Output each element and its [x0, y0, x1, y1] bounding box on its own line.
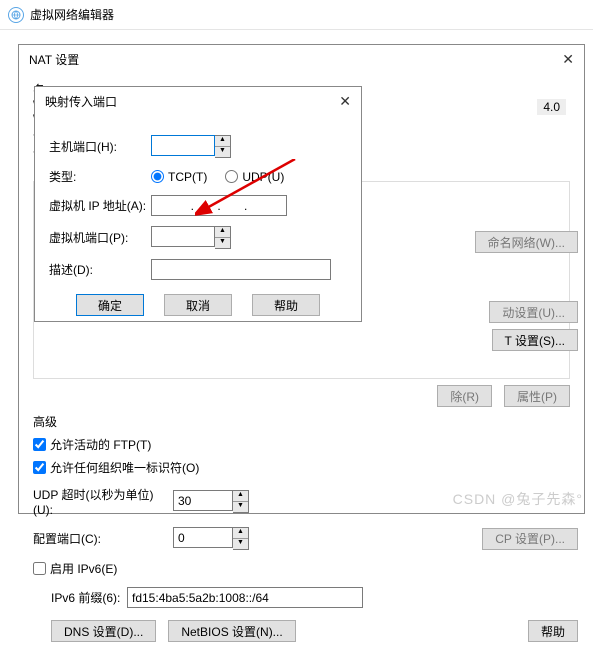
ok-button[interactable]: 确定 — [76, 294, 144, 316]
udp-radio[interactable] — [225, 170, 238, 183]
allow-org-label: 允许任何组织唯一标识符(O) — [50, 459, 199, 476]
nat-window-titlebar: NAT 设置 ✕ — [19, 45, 584, 73]
desc-label: 描述(D): — [49, 261, 151, 278]
vm-ip-label: 虚拟机 IP 地址(A): — [49, 197, 151, 214]
map-port-dialog: 映射传入端口 ✕ 主机端口(H): ▲▼ 类型: TCP(T) UDP(U) 虚… — [34, 86, 362, 322]
udp-timeout-spinner[interactable]: ▲▼ — [233, 490, 249, 513]
ipv6-prefix-label: IPv6 前缀(6): — [51, 589, 127, 606]
help-button[interactable]: 帮助 — [252, 294, 320, 316]
app-titlebar: 虚拟网络编辑器 — [0, 0, 593, 30]
udp-label: UDP(U) — [242, 170, 284, 184]
allow-ftp-checkbox[interactable] — [33, 438, 46, 451]
nat-window-title: NAT 设置 — [29, 51, 79, 68]
cancel-button[interactable]: 取消 — [164, 294, 232, 316]
host-port-input[interactable] — [151, 135, 215, 156]
ipv6-prefix-input[interactable] — [127, 587, 363, 608]
enable-ipv6-label: 启用 IPv6(E) — [50, 560, 117, 577]
allow-org-checkbox[interactable] — [33, 461, 46, 474]
advanced-label: 高级 — [33, 413, 570, 430]
globe-icon — [8, 7, 24, 23]
map-dialog-titlebar: 映射传入端口 ✕ — [35, 87, 361, 115]
dhcp-settings-button[interactable]: CP 设置(P)... — [482, 528, 578, 550]
config-port-label: 配置端口(C): — [33, 530, 173, 547]
host-port-label: 主机端口(H): — [49, 138, 151, 155]
netbios-settings-button[interactable]: NetBIOS 设置(N)... — [168, 620, 295, 642]
vm-port-spinner[interactable]: ▲▼ — [215, 226, 231, 249]
close-icon[interactable]: ✕ — [339, 93, 351, 110]
subnet-ip-fragment: 4.0 — [537, 99, 566, 115]
config-port-input[interactable] — [173, 527, 233, 548]
vm-port-label: 虚拟机端口(P): — [49, 229, 151, 246]
vm-port-input[interactable] — [151, 226, 215, 247]
desc-input[interactable] — [151, 259, 331, 280]
udp-timeout-label: UDP 超时(以秒为单位)(U): — [33, 486, 173, 517]
remove-button: 除(R) — [437, 385, 492, 407]
config-port-spinner[interactable]: ▲▼ — [233, 527, 249, 550]
map-dialog-title: 映射传入端口 — [45, 93, 117, 110]
help-button[interactable]: 帮助 — [528, 620, 578, 642]
enable-ipv6-checkbox[interactable] — [33, 562, 46, 575]
close-icon[interactable]: ✕ — [562, 51, 574, 68]
tcp-radio[interactable] — [151, 170, 164, 183]
app-title: 虚拟网络编辑器 — [30, 6, 114, 23]
nat-settings-button[interactable]: T 设置(S)... — [492, 329, 578, 351]
rename-network-button[interactable]: 命名网络(W)... — [475, 231, 578, 253]
dns-settings-button[interactable]: DNS 设置(D)... — [51, 620, 156, 642]
allow-ftp-label: 允许活动的 FTP(T) — [50, 436, 151, 453]
vm-ip-input[interactable] — [151, 195, 287, 216]
watermark: CSDN @兔子先森° — [453, 489, 583, 509]
properties-button: 属性(P) — [504, 385, 570, 407]
type-label: 类型: — [49, 168, 151, 185]
tcp-label: TCP(T) — [168, 170, 207, 184]
udp-timeout-input[interactable] — [173, 490, 233, 511]
auto-settings-button[interactable]: 动设置(U)... — [489, 301, 578, 323]
host-port-spinner[interactable]: ▲▼ — [215, 135, 231, 158]
